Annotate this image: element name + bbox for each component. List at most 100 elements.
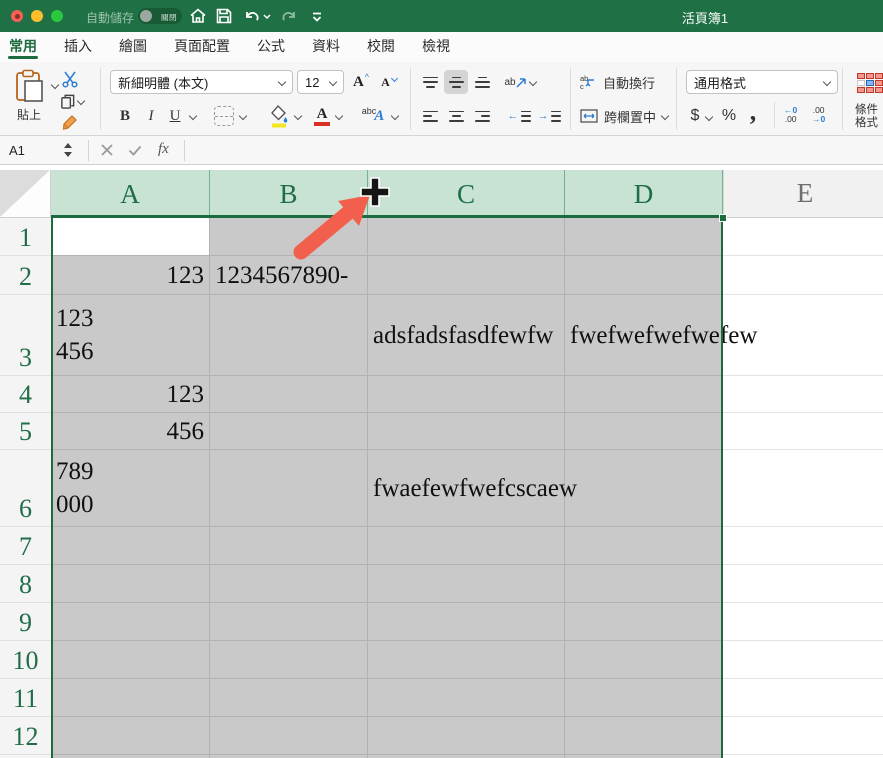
clear-formatting-icon[interactable]: abc A xyxy=(358,103,388,129)
selection-handle[interactable] xyxy=(719,214,727,222)
home-icon[interactable] xyxy=(189,7,207,25)
cell-A12[interactable] xyxy=(51,717,210,755)
menu-tab-3[interactable]: 頁面配置 xyxy=(174,32,230,62)
cell-A7[interactable] xyxy=(51,527,210,565)
cell-D2[interactable] xyxy=(565,256,723,295)
align-bottom-icon[interactable] xyxy=(470,70,494,94)
cell-D12[interactable] xyxy=(565,717,723,755)
row-header-2[interactable]: 2 xyxy=(0,256,51,295)
cell-C9[interactable] xyxy=(368,603,565,641)
align-center-icon[interactable] xyxy=(444,104,468,128)
name-box[interactable]: A1 xyxy=(0,136,88,164)
cell-E12[interactable] xyxy=(723,717,883,755)
font-size-combo[interactable]: 12 xyxy=(297,70,344,94)
cell-B9[interactable] xyxy=(210,603,368,641)
row-header-1[interactable]: 1 xyxy=(0,218,51,256)
cell-D9[interactable] xyxy=(565,603,723,641)
decrease-decimal-button[interactable]: ←0.00 xyxy=(784,106,797,124)
cell-B8[interactable] xyxy=(210,565,368,603)
cell-D6[interactable] xyxy=(565,450,723,527)
cell-E1[interactable] xyxy=(723,218,883,256)
borders-menu-chevron-icon[interactable] xyxy=(238,111,248,121)
row-header-7[interactable]: 7 xyxy=(0,527,51,565)
paste-button[interactable] xyxy=(12,68,48,104)
clear-formatting-chevron-icon[interactable] xyxy=(390,111,400,121)
cell-C6[interactable]: fwaefewfwefcscaew xyxy=(368,450,577,527)
cell-D4[interactable] xyxy=(565,376,723,413)
cell-D10[interactable] xyxy=(565,641,723,679)
cell-D5[interactable] xyxy=(565,413,723,450)
cell-C2[interactable] xyxy=(368,256,565,295)
menu-tab-6[interactable]: 校閱 xyxy=(367,32,395,62)
align-left-icon[interactable] xyxy=(418,104,442,128)
row-header-9[interactable]: 9 xyxy=(0,603,51,641)
column-header-C[interactable]: C xyxy=(368,170,565,218)
insert-function-icon[interactable]: fx xyxy=(158,141,169,158)
number-format-combo[interactable]: 通用格式 xyxy=(686,70,838,94)
row-header-3[interactable]: 3 xyxy=(0,295,51,376)
fill-color-chevron-icon[interactable] xyxy=(293,111,303,121)
format-painter-icon[interactable] xyxy=(58,112,82,134)
align-top-icon[interactable] xyxy=(418,70,442,94)
cell-C10[interactable] xyxy=(368,641,565,679)
conditional-formatting-icon[interactable] xyxy=(855,70,883,96)
decrease-font-size-button[interactable]: A xyxy=(376,71,402,93)
cell-C8[interactable] xyxy=(368,565,565,603)
cell-C1[interactable] xyxy=(368,218,565,256)
increase-decimal-button[interactable]: .00 →0 xyxy=(812,106,825,124)
font-name-combo[interactable]: 新細明體 (本文) xyxy=(110,70,293,94)
currency-menu-chevron-icon[interactable] xyxy=(704,112,714,122)
cell-B10[interactable] xyxy=(210,641,368,679)
cell-D3[interactable]: fwefwefwefwefew xyxy=(565,295,757,376)
fill-color-icon[interactable] xyxy=(268,103,290,129)
save-icon[interactable] xyxy=(215,7,233,25)
cell-A4[interactable]: 123 xyxy=(51,376,210,413)
cell-E4[interactable] xyxy=(723,376,883,413)
italic-button[interactable]: I xyxy=(140,104,162,128)
cell-B1[interactable] xyxy=(210,218,368,256)
currency-format-button[interactable]: $ xyxy=(686,104,704,128)
column-header-B[interactable]: B xyxy=(210,170,368,218)
paste-label[interactable]: 貼上 xyxy=(17,106,41,123)
conditional-formatting-label[interactable]: 條件格式 xyxy=(855,104,883,130)
cell-B6[interactable] xyxy=(210,450,368,527)
cell-E8[interactable] xyxy=(723,565,883,603)
cell-C11[interactable] xyxy=(368,679,565,717)
cell-A8[interactable] xyxy=(51,565,210,603)
cell-A9[interactable] xyxy=(51,603,210,641)
cell-E7[interactable] xyxy=(723,527,883,565)
menu-tab-1[interactable]: 插入 xyxy=(64,32,92,62)
cell-C3[interactable]: adsfadsfasdfewfw xyxy=(368,295,565,376)
cell-B4[interactable] xyxy=(210,376,368,413)
font-color-chevron-icon[interactable] xyxy=(334,111,344,121)
underline-button[interactable]: U xyxy=(164,104,186,128)
quick-access-more-icon[interactable] xyxy=(308,7,326,25)
cell-B5[interactable] xyxy=(210,413,368,450)
menu-tab-7[interactable]: 檢視 xyxy=(422,32,450,62)
row-header-8[interactable]: 8 xyxy=(0,565,51,603)
align-middle-icon[interactable] xyxy=(444,70,468,94)
select-all-corner[interactable] xyxy=(0,170,51,218)
redo-icon[interactable] xyxy=(280,7,298,25)
cell-A6[interactable]: 789 000 xyxy=(51,450,210,527)
row-header-5[interactable]: 5 xyxy=(0,413,51,450)
cell-B12[interactable] xyxy=(210,717,368,755)
row-header-12[interactable]: 12 xyxy=(0,717,51,755)
merge-center-button[interactable]: 跨欄置中 xyxy=(580,104,700,128)
cell-E6[interactable] xyxy=(723,450,883,527)
cell-E11[interactable] xyxy=(723,679,883,717)
menu-tab-5[interactable]: 資料 xyxy=(312,32,340,62)
menu-tab-2[interactable]: 繪圖 xyxy=(119,32,147,62)
cell-D11[interactable] xyxy=(565,679,723,717)
cell-A5[interactable]: 456 xyxy=(51,413,210,450)
cell-B7[interactable] xyxy=(210,527,368,565)
decrease-indent-icon[interactable]: ← xyxy=(506,104,532,128)
cell-A1[interactable] xyxy=(51,218,210,256)
row-header-10[interactable]: 10 xyxy=(0,641,51,679)
bold-button[interactable]: B xyxy=(114,104,136,128)
cell-E2[interactable] xyxy=(723,256,883,295)
enter-icon[interactable] xyxy=(127,142,143,158)
cell-E10[interactable] xyxy=(723,641,883,679)
undo-icon[interactable] xyxy=(243,7,261,25)
row-header-4[interactable]: 4 xyxy=(0,376,51,413)
